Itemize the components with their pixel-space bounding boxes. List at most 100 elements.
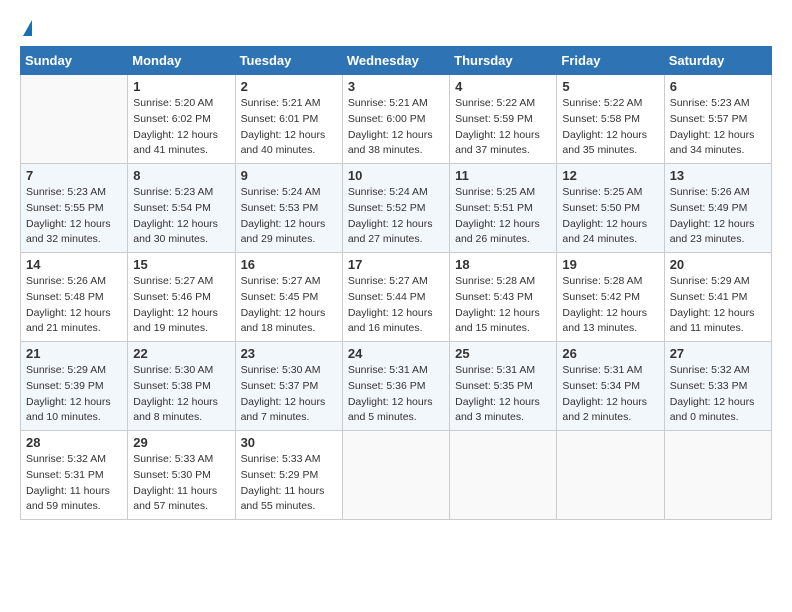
day-number: 21 [26,346,122,361]
calendar-cell [342,431,449,520]
day-info: Sunrise: 5:26 AMSunset: 5:49 PMDaylight:… [670,185,766,248]
day-number: 15 [133,257,229,272]
calendar-cell: 6 Sunrise: 5:23 AMSunset: 5:57 PMDaylight… [664,75,771,164]
day-info: Sunrise: 5:29 AMSunset: 5:39 PMDaylight:… [26,363,122,426]
day-info: Sunrise: 5:32 AMSunset: 5:33 PMDaylight:… [670,363,766,426]
calendar-cell: 16 Sunrise: 5:27 AMSunset: 5:45 PMDayligh… [235,253,342,342]
calendar-cell: 17 Sunrise: 5:27 AMSunset: 5:44 PMDayligh… [342,253,449,342]
calendar-cell: 22 Sunrise: 5:30 AMSunset: 5:38 PMDayligh… [128,342,235,431]
day-number: 1 [133,79,229,94]
day-number: 23 [241,346,337,361]
day-info: Sunrise: 5:25 AMSunset: 5:50 PMDaylight:… [562,185,658,248]
day-number: 6 [670,79,766,94]
calendar-cell: 23 Sunrise: 5:30 AMSunset: 5:37 PMDayligh… [235,342,342,431]
logo-triangle-icon [23,20,32,36]
calendar-cell [450,431,557,520]
calendar-cell: 2 Sunrise: 5:21 AMSunset: 6:01 PMDaylight… [235,75,342,164]
day-number: 14 [26,257,122,272]
day-info: Sunrise: 5:26 AMSunset: 5:48 PMDaylight:… [26,274,122,337]
day-number: 19 [562,257,658,272]
day-number: 22 [133,346,229,361]
day-number: 28 [26,435,122,450]
day-info: Sunrise: 5:27 AMSunset: 5:45 PMDaylight:… [241,274,337,337]
calendar-cell: 24 Sunrise: 5:31 AMSunset: 5:36 PMDayligh… [342,342,449,431]
day-info: Sunrise: 5:23 AMSunset: 5:57 PMDaylight:… [670,96,766,159]
calendar-cell: 3 Sunrise: 5:21 AMSunset: 6:00 PMDaylight… [342,75,449,164]
page-header [20,20,772,36]
day-number: 29 [133,435,229,450]
day-number: 8 [133,168,229,183]
day-info: Sunrise: 5:28 AMSunset: 5:43 PMDaylight:… [455,274,551,337]
day-number: 2 [241,79,337,94]
calendar-cell: 25 Sunrise: 5:31 AMSunset: 5:35 PMDayligh… [450,342,557,431]
col-header-sunday: Sunday [21,47,128,75]
day-number: 30 [241,435,337,450]
calendar-cell: 15 Sunrise: 5:27 AMSunset: 5:46 PMDayligh… [128,253,235,342]
day-number: 17 [348,257,444,272]
day-number: 4 [455,79,551,94]
day-number: 9 [241,168,337,183]
day-number: 26 [562,346,658,361]
day-info: Sunrise: 5:31 AMSunset: 5:34 PMDaylight:… [562,363,658,426]
day-info: Sunrise: 5:27 AMSunset: 5:44 PMDaylight:… [348,274,444,337]
day-number: 7 [26,168,122,183]
day-info: Sunrise: 5:24 AMSunset: 5:53 PMDaylight:… [241,185,337,248]
calendar-cell: 4 Sunrise: 5:22 AMSunset: 5:59 PMDaylight… [450,75,557,164]
day-info: Sunrise: 5:33 AMSunset: 5:30 PMDaylight:… [133,452,229,515]
calendar-cell: 11 Sunrise: 5:25 AMSunset: 5:51 PMDayligh… [450,164,557,253]
calendar-cell [664,431,771,520]
day-info: Sunrise: 5:31 AMSunset: 5:35 PMDaylight:… [455,363,551,426]
calendar-cell: 1 Sunrise: 5:20 AMSunset: 6:02 PMDaylight… [128,75,235,164]
day-info: Sunrise: 5:24 AMSunset: 5:52 PMDaylight:… [348,185,444,248]
day-number: 24 [348,346,444,361]
calendar-cell: 27 Sunrise: 5:32 AMSunset: 5:33 PMDayligh… [664,342,771,431]
day-info: Sunrise: 5:32 AMSunset: 5:31 PMDaylight:… [26,452,122,515]
calendar-cell [21,75,128,164]
calendar-cell [557,431,664,520]
col-header-friday: Friday [557,47,664,75]
calendar-cell: 5 Sunrise: 5:22 AMSunset: 5:58 PMDaylight… [557,75,664,164]
day-number: 16 [241,257,337,272]
day-number: 27 [670,346,766,361]
day-number: 12 [562,168,658,183]
day-info: Sunrise: 5:30 AMSunset: 5:38 PMDaylight:… [133,363,229,426]
calendar-cell: 7 Sunrise: 5:23 AMSunset: 5:55 PMDaylight… [21,164,128,253]
calendar-cell: 8 Sunrise: 5:23 AMSunset: 5:54 PMDaylight… [128,164,235,253]
day-info: Sunrise: 5:31 AMSunset: 5:36 PMDaylight:… [348,363,444,426]
day-info: Sunrise: 5:28 AMSunset: 5:42 PMDaylight:… [562,274,658,337]
calendar-cell: 18 Sunrise: 5:28 AMSunset: 5:43 PMDayligh… [450,253,557,342]
day-info: Sunrise: 5:21 AMSunset: 6:01 PMDaylight:… [241,96,337,159]
logo [20,20,32,36]
day-info: Sunrise: 5:30 AMSunset: 5:37 PMDaylight:… [241,363,337,426]
col-header-saturday: Saturday [664,47,771,75]
day-number: 11 [455,168,551,183]
day-number: 18 [455,257,551,272]
day-number: 25 [455,346,551,361]
day-number: 13 [670,168,766,183]
day-info: Sunrise: 5:21 AMSunset: 6:00 PMDaylight:… [348,96,444,159]
calendar-cell: 14 Sunrise: 5:26 AMSunset: 5:48 PMDayligh… [21,253,128,342]
day-info: Sunrise: 5:20 AMSunset: 6:02 PMDaylight:… [133,96,229,159]
calendar-cell: 26 Sunrise: 5:31 AMSunset: 5:34 PMDayligh… [557,342,664,431]
day-info: Sunrise: 5:22 AMSunset: 5:59 PMDaylight:… [455,96,551,159]
day-info: Sunrise: 5:25 AMSunset: 5:51 PMDaylight:… [455,185,551,248]
col-header-monday: Monday [128,47,235,75]
day-number: 5 [562,79,658,94]
day-number: 10 [348,168,444,183]
day-number: 3 [348,79,444,94]
day-number: 20 [670,257,766,272]
calendar-cell: 29 Sunrise: 5:33 AMSunset: 5:30 PMDayligh… [128,431,235,520]
day-info: Sunrise: 5:23 AMSunset: 5:54 PMDaylight:… [133,185,229,248]
calendar-cell: 30Sunrise: 5:33 AMSunset: 5:29 PMDayligh… [235,431,342,520]
col-header-thursday: Thursday [450,47,557,75]
day-info: Sunrise: 5:22 AMSunset: 5:58 PMDaylight:… [562,96,658,159]
day-info: Sunrise: 5:23 AMSunset: 5:55 PMDaylight:… [26,185,122,248]
calendar-cell: 12 Sunrise: 5:25 AMSunset: 5:50 PMDayligh… [557,164,664,253]
calendar-cell: 19 Sunrise: 5:28 AMSunset: 5:42 PMDayligh… [557,253,664,342]
calendar-table: SundayMondayTuesdayWednesdayThursdayFrid… [20,46,772,520]
calendar-cell: 21 Sunrise: 5:29 AMSunset: 5:39 PMDayligh… [21,342,128,431]
calendar-cell: 9 Sunrise: 5:24 AMSunset: 5:53 PMDaylight… [235,164,342,253]
calendar-cell: 10 Sunrise: 5:24 AMSunset: 5:52 PMDayligh… [342,164,449,253]
day-info: Sunrise: 5:27 AMSunset: 5:46 PMDaylight:… [133,274,229,337]
col-header-tuesday: Tuesday [235,47,342,75]
